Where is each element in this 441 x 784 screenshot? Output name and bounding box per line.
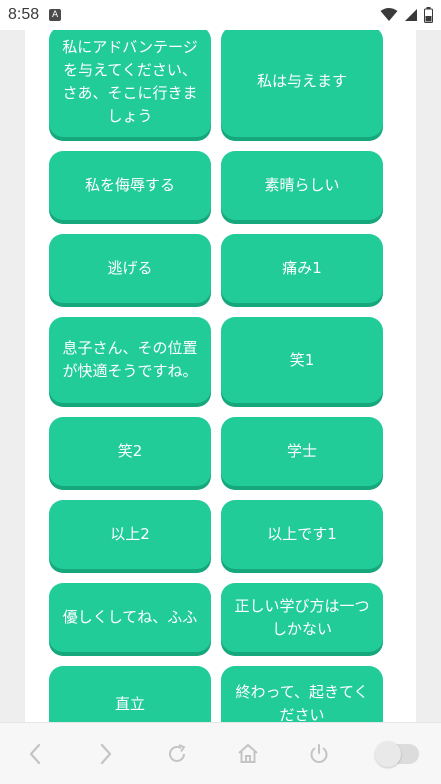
sound-button[interactable]: 息子さん、その位置が快適そうですね。: [49, 317, 211, 403]
sound-button[interactable]: 笑2: [49, 417, 211, 486]
wifi-icon: [380, 8, 398, 21]
back-icon: [30, 743, 41, 764]
sound-button[interactable]: 私を侮辱する: [49, 151, 211, 220]
sound-button[interactable]: 優しくしてね、ふふ: [49, 583, 211, 652]
sound-button[interactable]: 笑1: [221, 317, 383, 403]
sound-button[interactable]: 私にアドバンテージを与えてください、さあ、そこに行きましょう: [49, 30, 211, 137]
notification-a-icon: A: [49, 9, 62, 21]
forward-icon: [101, 743, 112, 764]
refresh-icon: [169, 743, 186, 762]
sound-button[interactable]: 以上です1: [221, 500, 383, 569]
sound-button[interactable]: 逃げる: [49, 234, 211, 303]
toggle-knob: [374, 740, 401, 767]
sound-button[interactable]: 直立: [49, 666, 211, 722]
battery-icon: [424, 7, 433, 23]
forward-button[interactable]: [91, 739, 121, 769]
sound-button[interactable]: 正しい学び方は一つしかない: [221, 583, 383, 652]
sound-button[interactable]: 学士: [221, 417, 383, 486]
home-button[interactable]: [233, 739, 263, 769]
power-icon: [310, 743, 328, 763]
sound-button[interactable]: 終わって、起きてください: [221, 666, 383, 722]
status-bar: 8:58 A: [0, 0, 441, 30]
toggle-switch[interactable]: [374, 739, 421, 769]
sound-button[interactable]: 以上2: [49, 500, 211, 569]
back-button[interactable]: [20, 739, 50, 769]
status-time: 8:58: [8, 6, 40, 23]
home-icon: [238, 743, 258, 763]
sound-button[interactable]: 私は与えます: [221, 30, 383, 137]
browser-nav-bar: [0, 722, 441, 784]
sound-board[interactable]: 私にアドバンテージを与えてください、さあ、そこに行きましょう 私は与えます 私を…: [25, 30, 416, 722]
power-button[interactable]: [304, 739, 334, 769]
toggle-track: [374, 740, 419, 767]
sound-button[interactable]: 素晴らしい: [221, 151, 383, 220]
sound-button[interactable]: 痛み1: [221, 234, 383, 303]
refresh-button[interactable]: [162, 739, 192, 769]
status-icons: [380, 7, 433, 23]
signal-icon: [405, 9, 417, 21]
